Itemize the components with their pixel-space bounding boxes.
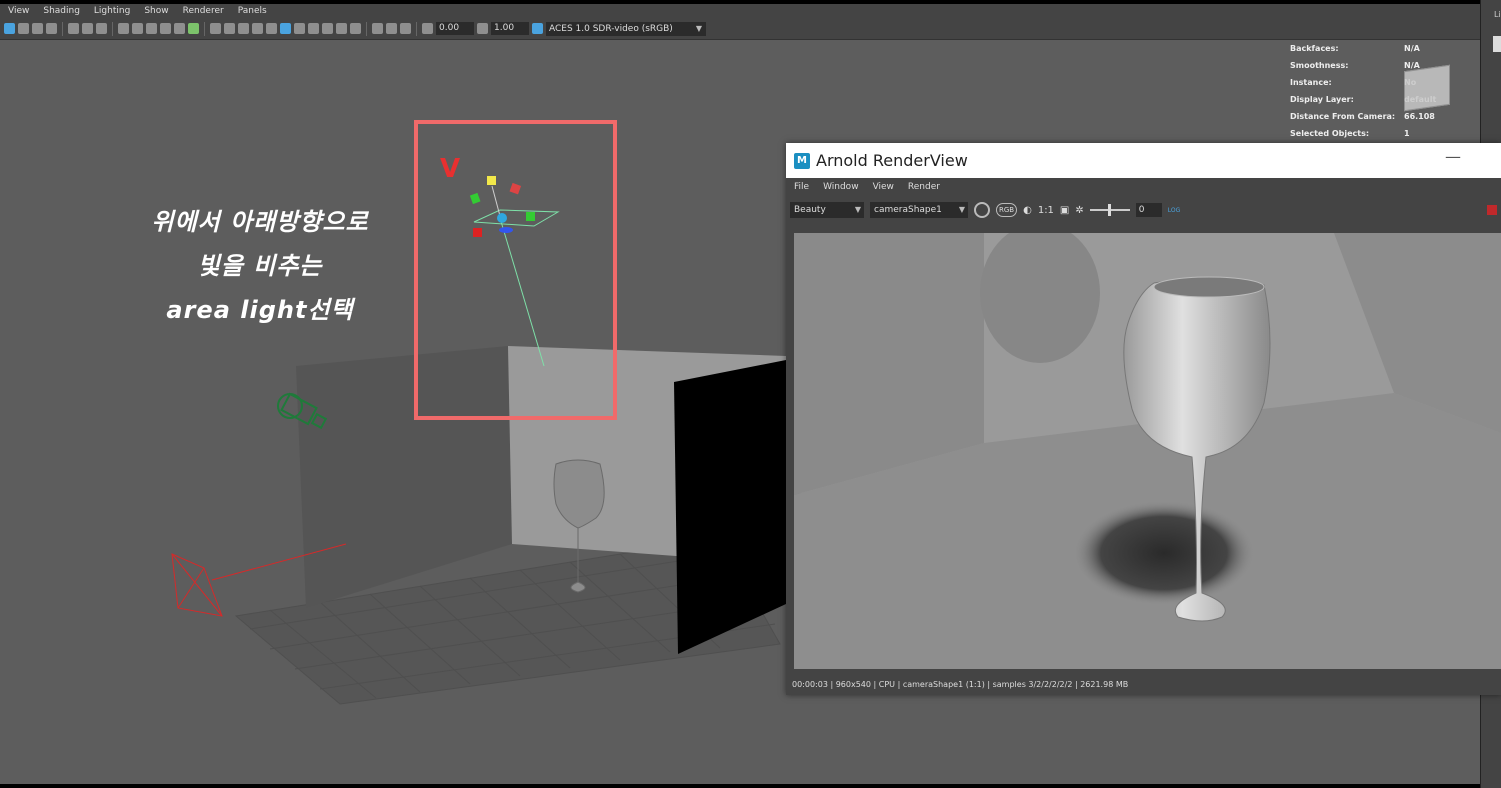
panel-tab[interactable]: Li: [1494, 10, 1501, 19]
annotation-line-1: 위에서 아래방향으로: [151, 208, 369, 236]
annotation-line-3: area light선택: [166, 296, 354, 324]
exposure-icon[interactable]: ✲: [1075, 205, 1083, 216]
renderview-menubar: File Window View Render: [786, 178, 1501, 196]
hud-label: Backfaces:: [1290, 44, 1339, 53]
stop-render-button[interactable]: [1487, 205, 1497, 215]
glass-rim: [1153, 276, 1265, 298]
aov-dropdown[interactable]: Beauty: [790, 202, 864, 218]
renderview-titlebar[interactable]: M Arnold RenderView —: [786, 143, 1501, 178]
glass-floor-shadow: [1074, 501, 1254, 605]
hud-label: Display Layer:: [1290, 95, 1354, 104]
render-status-bar: 00:00:03 | 960x540 | CPU | cameraShape1 …: [792, 680, 1129, 689]
side-panel: [674, 360, 786, 654]
hud-label: Distance From Camera:: [1290, 112, 1396, 121]
renderview-toolbar: Beauty cameraShape1 RGB ◐ 1:1 ▣ ✲ 0 LOG: [786, 196, 1501, 224]
menu-render[interactable]: Render: [900, 182, 946, 192]
annotation-text: 위에서 아래방향으로 빛을 비추는 area light선택: [100, 200, 420, 332]
minimize-button[interactable]: —: [1445, 147, 1461, 166]
view-cube[interactable]: [1404, 64, 1450, 112]
menu-view[interactable]: View: [865, 182, 900, 192]
check-mark: V: [440, 154, 461, 184]
exposure-field[interactable]: 0: [1135, 203, 1162, 217]
maya-app: View Shading Lighting Show Renderer Pane…: [0, 0, 1501, 788]
render-button-icon[interactable]: [974, 202, 990, 218]
exposure-slider[interactable]: [1089, 204, 1130, 216]
camera-dropdown[interactable]: cameraShape1: [870, 202, 968, 218]
hud-value: N/A: [1404, 44, 1420, 53]
hud-value: 1: [1404, 129, 1410, 138]
hud-label: Smoothness:: [1290, 61, 1349, 70]
maya-logo-icon: M: [794, 152, 810, 169]
rgb-channel-icon[interactable]: RGB: [996, 203, 1018, 217]
menu-window[interactable]: Window: [815, 182, 865, 192]
hud-label: Instance:: [1290, 78, 1332, 87]
compare-icon[interactable]: ◐: [1023, 205, 1032, 216]
hud-row: Selected Objects: 1: [1290, 125, 1436, 142]
panel-strip: [1493, 36, 1501, 52]
crop-region-icon[interactable]: ▣: [1060, 205, 1069, 216]
hud-row: Backfaces: N/A: [1290, 40, 1436, 57]
annotation-line-2: 빛을 비추는: [197, 252, 323, 280]
hud-label: Selected Objects:: [1290, 129, 1370, 138]
log-icon[interactable]: LOG: [1168, 207, 1181, 214]
zoom-ratio-button[interactable]: 1:1: [1038, 205, 1054, 216]
arnold-renderview-window: M Arnold RenderView — File Window View R…: [786, 143, 1501, 695]
window-title: Arnold RenderView: [816, 151, 968, 170]
rendered-scene: [794, 233, 1501, 669]
hud-row: Distance From Camera: 66.108: [1290, 108, 1436, 125]
menu-file[interactable]: File: [786, 182, 815, 192]
render-image: [794, 233, 1501, 669]
